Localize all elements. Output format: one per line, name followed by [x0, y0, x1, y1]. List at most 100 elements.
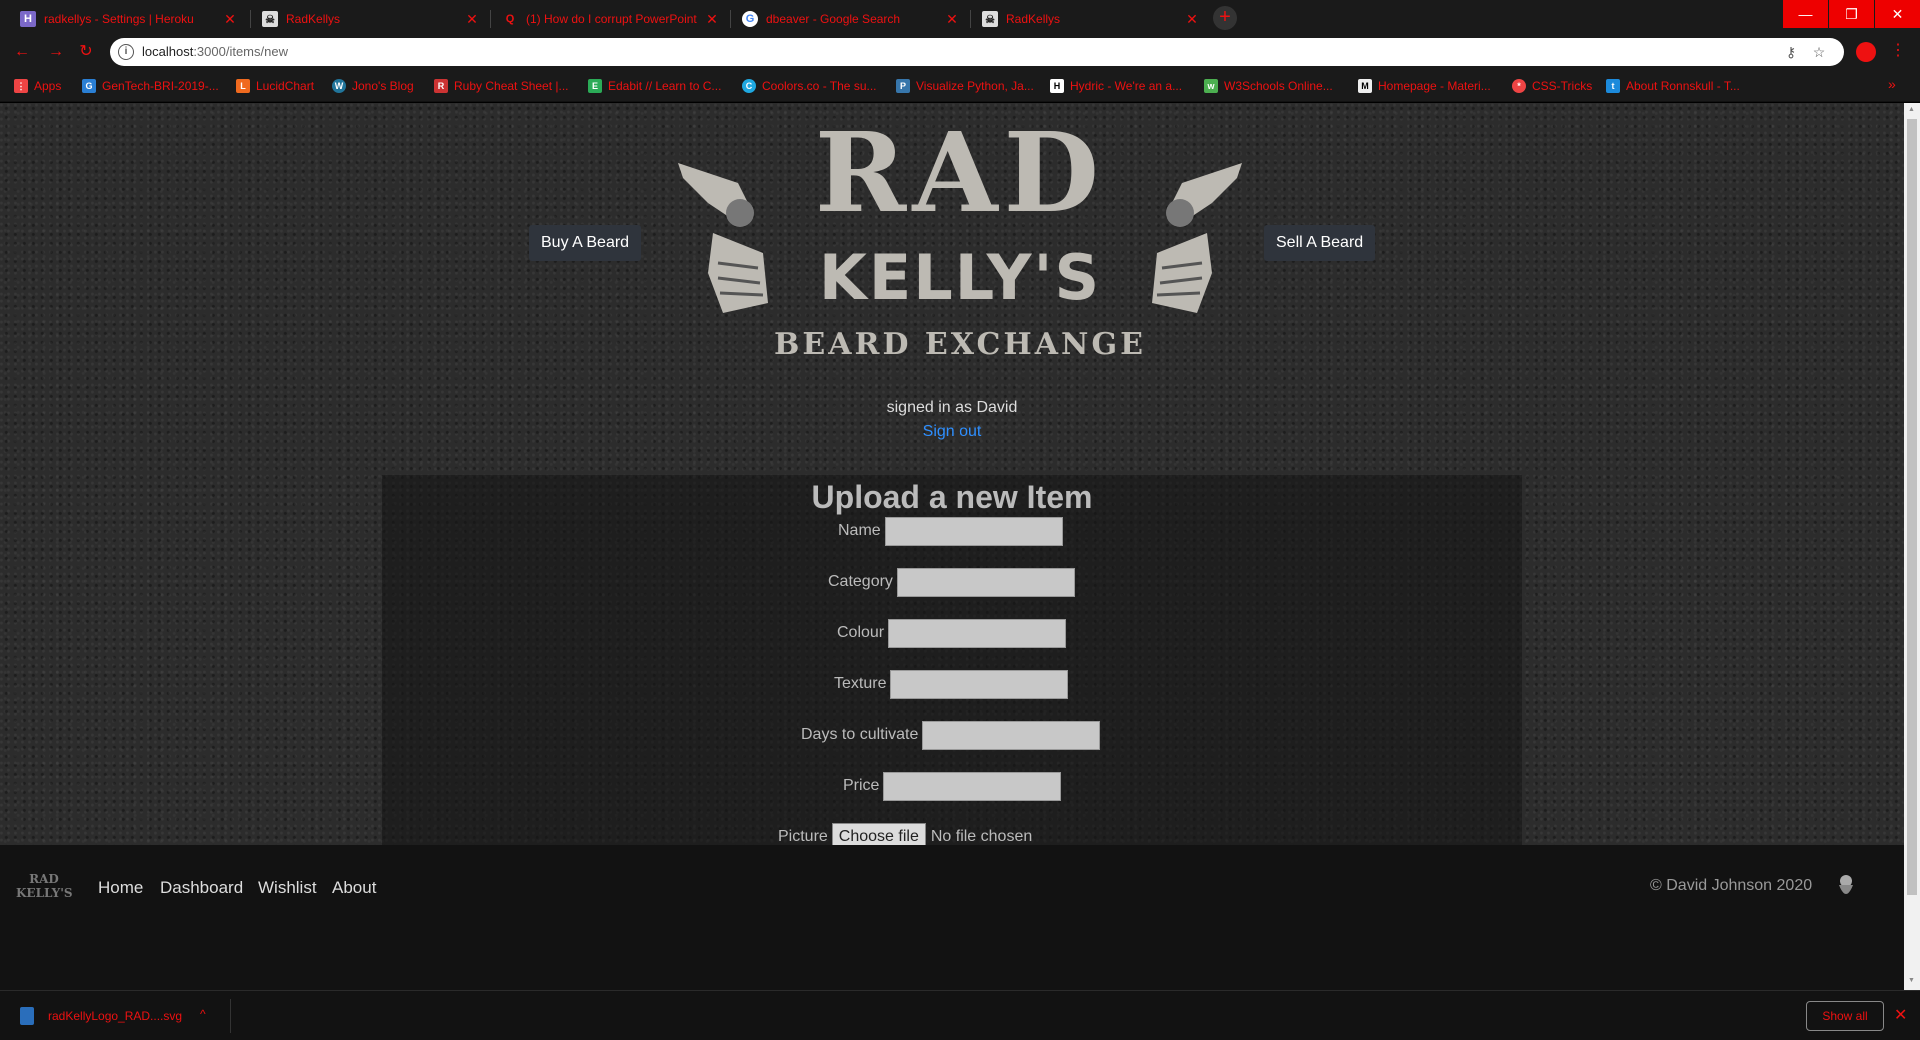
bookmark-label: LucidChart	[256, 79, 315, 93]
close-tab-icon[interactable]: ✕	[222, 11, 238, 28]
forward-button[interactable]: →	[46, 42, 66, 62]
close-tab-icon[interactable]: ✕	[464, 11, 480, 28]
bookmark-gentech[interactable]: G GenTech-BRI-2019-...	[82, 76, 219, 96]
bookmark-label: Homepage - Materi...	[1378, 79, 1491, 93]
tab-title: (1) How do I corrupt PowerPoint	[526, 12, 697, 26]
bookmark-w3schools[interactable]: w W3Schools Online...	[1204, 76, 1333, 96]
page-scrollbar[interactable]: ▲ ▼	[1904, 103, 1920, 990]
colour-input[interactable]	[888, 618, 1067, 648]
name-input[interactable]	[884, 516, 1063, 546]
logo-tagline: BEARD EXCHANGE	[774, 327, 1146, 362]
tab-separator	[970, 10, 971, 28]
scroll-up-icon[interactable]: ▲	[1908, 106, 1916, 113]
bookmark-material[interactable]: M Homepage - Materi...	[1358, 76, 1491, 96]
close-window-button[interactable]: ✕	[1875, 0, 1920, 28]
reload-button[interactable]: ↻	[76, 42, 96, 62]
bookmark-coolors[interactable]: C Coolors.co - The su...	[742, 76, 877, 96]
bookmark-edabit[interactable]: E Edabit // Learn to C...	[588, 76, 721, 96]
sell-a-beard-button[interactable]: Sell A Beard	[1264, 225, 1376, 261]
download-file-name[interactable]: radKellyLogo_RAD....svg	[48, 1009, 182, 1023]
bookmark-label: Apps	[34, 79, 62, 93]
bookmark-label: GenTech-BRI-2019-...	[102, 79, 219, 93]
texture-label: Texture	[834, 675, 887, 692]
tab-heroku-settings[interactable]: H radkellys - Settings | Heroku ✕	[10, 4, 248, 34]
minimize-button[interactable]: —	[1783, 0, 1828, 28]
bookmark-lucidchart[interactable]: L LucidChart	[236, 76, 314, 96]
bookmark-css-tricks[interactable]: * CSS-Tricks	[1512, 76, 1592, 96]
tab-radkellys-2[interactable]: ☠ RadKellys ✕	[972, 4, 1210, 34]
info-icon[interactable]: i	[118, 44, 134, 60]
tab-separator	[730, 10, 731, 28]
address-bar[interactable]: i localhost:3000/items/new ⚷ ☆	[110, 38, 1844, 66]
bookmark-label: Visualize Python, Ja...	[916, 79, 1034, 93]
texture-row: Texture	[834, 669, 1069, 699]
price-input[interactable]	[883, 771, 1062, 801]
download-separator	[230, 999, 231, 1033]
scroll-down-icon[interactable]: ▼	[1908, 977, 1916, 984]
days-to-cultivate-input[interactable]	[922, 720, 1101, 750]
bookmark-label: Ruby Cheat Sheet |...	[454, 79, 569, 93]
profile-avatar-icon[interactable]	[1856, 42, 1876, 62]
close-tab-icon[interactable]: ✕	[944, 11, 960, 28]
footer-link-about[interactable]: About	[332, 878, 376, 898]
url-text: localhost:3000/items/new	[142, 38, 288, 66]
tab-quora[interactable]: Q (1) How do I corrupt PowerPoint ✕	[492, 4, 730, 34]
key-icon[interactable]: ⚷	[1782, 43, 1800, 61]
footer: RAD KELLY'S Home Dashboard Wishlist Abou…	[0, 845, 1904, 990]
chevron-up-icon[interactable]: ^	[200, 1007, 206, 1021]
bookmark-label: CSS-Tricks	[1532, 79, 1593, 93]
back-button[interactable]: ←	[12, 42, 32, 62]
bookmark-label: Jono's Blog	[352, 79, 414, 93]
texture-input[interactable]	[890, 669, 1069, 699]
name-label: Name	[838, 522, 881, 539]
bookmark-label: Edabit // Learn to C...	[608, 79, 722, 93]
url-path: :3000/items/new	[193, 44, 288, 59]
bookmark-hydric[interactable]: H Hydric - We're an a...	[1050, 76, 1182, 96]
tab-title: radkellys - Settings | Heroku	[44, 12, 194, 26]
python-icon: P	[896, 79, 910, 93]
signed-in-status: signed in as David	[886, 399, 1018, 416]
close-icon[interactable]: ✕	[1894, 1005, 1907, 1025]
more-bookmarks-icon[interactable]: »	[1888, 76, 1896, 92]
footer-logo[interactable]: RAD KELLY'S	[16, 872, 73, 902]
restore-button[interactable]: ❐	[1829, 0, 1874, 28]
footer-link-dashboard[interactable]: Dashboard	[160, 878, 243, 898]
radkellys-icon: ☠	[262, 11, 278, 27]
ronnskull-icon: t	[1606, 79, 1620, 93]
quora-icon: Q	[505, 13, 515, 25]
apps-grid-icon: ⋮	[14, 79, 28, 93]
new-tab-button[interactable]: +	[1213, 6, 1237, 30]
page-viewport: Buy A Beard Sell A Beard RAD KELLY'S BEA…	[0, 103, 1904, 990]
wordpress-icon: W	[332, 79, 346, 93]
footer-link-wishlist[interactable]: Wishlist	[258, 878, 317, 898]
price-row: Price	[843, 771, 1062, 801]
tab-google-search[interactable]: G dbeaver - Google Search ✕	[732, 4, 970, 34]
tab-strip: H radkellys - Settings | Heroku ✕ ☠ RadK…	[0, 0, 1920, 34]
lucidchart-icon: L	[236, 79, 250, 93]
material-icon: M	[1358, 79, 1372, 93]
star-icon[interactable]: ☆	[1810, 43, 1828, 61]
category-row: Category	[828, 567, 1075, 597]
close-tab-icon[interactable]: ✕	[1184, 11, 1200, 28]
file-icon	[20, 1007, 34, 1025]
bookmark-visualize-python[interactable]: P Visualize Python, Ja...	[896, 76, 1034, 96]
sign-out-link-text[interactable]: Sign out	[923, 423, 982, 440]
close-tab-icon[interactable]: ✕	[704, 11, 720, 28]
buy-a-beard-button[interactable]: Buy A Beard	[529, 225, 642, 261]
tab-radkellys-1[interactable]: ☠ RadKellys ✕	[252, 4, 490, 34]
footer-link-home[interactable]: Home	[98, 878, 143, 898]
gentech-icon: G	[82, 79, 96, 93]
scrollbar-thumb[interactable]	[1907, 119, 1917, 895]
bookmark-apps[interactable]: ⋮ Apps	[14, 76, 61, 96]
tab-separator	[490, 10, 491, 28]
category-input[interactable]	[896, 567, 1075, 597]
bookmark-label: W3Schools Online...	[1224, 79, 1333, 93]
form-title: Upload a new Item	[811, 479, 1093, 515]
colour-row: Colour	[837, 618, 1067, 648]
show-all-button[interactable]: Show all	[1806, 1001, 1884, 1031]
bookmark-ruby-cheat-sheet[interactable]: R Ruby Cheat Sheet |...	[434, 76, 569, 96]
w3schools-icon: w	[1204, 79, 1218, 93]
menu-icon[interactable]: ⋮	[1890, 40, 1906, 60]
bookmark-ronnskull[interactable]: t About Ronnskull - T...	[1606, 76, 1740, 96]
bookmark-jonos-blog[interactable]: W Jono's Blog	[332, 76, 414, 96]
